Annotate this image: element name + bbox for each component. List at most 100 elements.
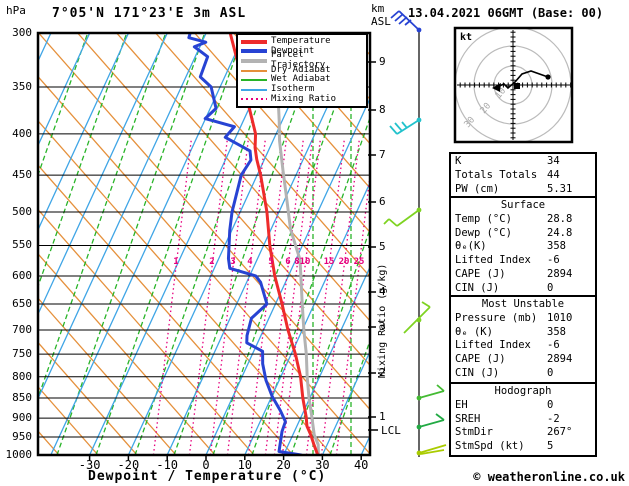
mixing-ratio-line (188, 139, 228, 455)
mixing-ratio-line (152, 139, 192, 455)
table-row-value: 1010 (547, 311, 573, 324)
page-title: 7°05'N 171°23'E 3m ASL (52, 6, 247, 21)
hodograph-endpoint-dot (545, 74, 551, 80)
mixing-ratio-label: 4 (247, 257, 253, 267)
table-row: Temp (°C) 28.8 (455, 213, 591, 227)
x-axis-title: Dewpoint / Temperature (°C) (88, 469, 327, 484)
table-row-label: Dewp (°C) (455, 226, 512, 239)
table-row-value: 34 (547, 155, 560, 167)
pressure-tick-label: 850 (12, 391, 32, 405)
hodograph-plot: 102030 (455, 28, 572, 142)
table-row-value: 44 (547, 168, 560, 181)
wind-barb (396, 119, 420, 135)
pressure-tick-label: 650 (12, 297, 32, 310)
mixing-ratio-axis-title: Mixing Ratio (g/kg) (377, 263, 388, 378)
wind-barb (418, 419, 445, 428)
mixing-ratio-label: 25 (353, 257, 365, 267)
pressure-tick-label: 800 (12, 369, 32, 383)
table-row-label: θₑ (K) (455, 325, 493, 338)
table-row: CAPE (J) 2894 (455, 353, 591, 367)
lcl-label: LCL (381, 424, 401, 437)
table-row: Dewp (°C) 24.8 (455, 227, 591, 241)
pressure-tick-label: 300 (12, 26, 32, 39)
table-row-value: 0 (547, 281, 554, 294)
legend-line-sample (241, 39, 267, 44)
legend-line-sample (241, 79, 267, 82)
datetime-title: 13.04.2021 06GMT (Base: 00) (408, 6, 604, 20)
mixing-ratio-line (320, 139, 360, 455)
table-row-label: EH (455, 398, 468, 411)
legend-line-sample (241, 49, 267, 54)
altitude-axis-unit-asl: ASL (371, 15, 391, 28)
wind-barb (401, 121, 408, 129)
table-row: Pressure (mb) 1010 (455, 312, 591, 326)
table-row-value: -6 (547, 254, 560, 267)
wind-barb (435, 413, 445, 421)
pressure-tick-label: 600 (12, 268, 32, 282)
wind-barb (436, 384, 445, 392)
mixing-ratio-label: 1 (173, 257, 179, 267)
legend-label: Mixing Ratio (271, 93, 337, 104)
table-row-value: 24.8 (547, 226, 573, 239)
mixing-ratio-label: 2 (209, 257, 215, 267)
table-header: Hodograph (494, 385, 552, 397)
table-row-value: 2894 (547, 353, 573, 366)
pressure-tick-label: 350 (12, 80, 32, 94)
mixing-ratio-label: 3 (230, 257, 236, 267)
isotherm-line (38, 33, 207, 401)
indices-table: Hodograph EH 0 SREH -2 StmDir 267° StmSpd (kt) 5 (449, 382, 597, 457)
table-row-value: 0 (547, 398, 554, 411)
table-row-label: CAPE (J) (455, 267, 506, 280)
isotherm-line (50, 33, 246, 455)
wind-barb (394, 13, 404, 22)
table-row-label: CAPE (J) (455, 353, 506, 366)
wet-adiabat-line (56, 33, 206, 455)
wind-barb (394, 122, 403, 132)
mixing-ratio-line (305, 139, 345, 455)
table-row-value: 2894 (547, 267, 573, 280)
copyright-footer: © weatheronline.co.uk (473, 470, 625, 484)
storm-motion-marker (514, 83, 520, 89)
table-row-label: CIN (J) (455, 366, 500, 379)
chart-legend: Temperature Dewpoint Parcel Trajectory Dry … (236, 33, 368, 109)
pressure-tick-label: 950 (12, 430, 32, 444)
table-row: CIN (J) 0 (455, 367, 591, 381)
mixing-ratio-label: 15 (323, 257, 335, 267)
table-row-value: 5.31 (547, 182, 573, 195)
table-row-label: Totals Totals (455, 168, 538, 181)
wind-barb (403, 306, 431, 334)
wet-adiabat-line (38, 33, 167, 400)
wind-barb (421, 301, 431, 308)
pressure-tick-label: 750 (12, 347, 32, 361)
wind-barb (389, 125, 398, 135)
table-row-value: 5 (547, 440, 554, 453)
table-row-label: K (455, 155, 462, 167)
table-row: StmDir 267° (455, 426, 591, 440)
table-row-value: 28.8 (547, 212, 573, 225)
table-row-value: 0 (547, 366, 554, 379)
table-row: Lifted Index -6 (455, 339, 591, 353)
km-tick-label: 6 (379, 195, 386, 208)
table-row: StmSpd (kt) 5 (455, 440, 591, 454)
skewt-sounding-page: 10 20 30 hPa 7°05'N 171°23'E 3m ASL km ASL… (0, 0, 629, 486)
temp-tick-label: 40 (353, 458, 369, 472)
table-header: Surface (500, 199, 546, 211)
table-row: PW (cm) 5.31 (455, 183, 591, 197)
table-row-label: Lifted Index (455, 254, 531, 267)
hodograph-ring-label: 20 (479, 101, 494, 116)
table-row-label: Temp (°C) (455, 212, 512, 225)
table-row: EH 0 (455, 399, 591, 413)
table-row-label: SREH (455, 412, 481, 425)
pressure-tick-label: 550 (12, 238, 32, 252)
table-row: θₑ (K) 358 (455, 326, 591, 340)
table-row-label: θₑ(K) (455, 240, 487, 253)
wind-barb (418, 390, 445, 399)
km-tick-label: 8 (379, 103, 386, 116)
table-row-label: Lifted Index (455, 339, 531, 352)
km-tick-label: 9 (379, 55, 386, 68)
table-row-value: 358 (547, 325, 566, 338)
table-row-value: -6 (547, 339, 560, 352)
table-row: SREH -2 (455, 413, 591, 427)
mixing-ratio-label: 20 (338, 257, 350, 267)
table-row-label: PW (cm) (455, 182, 500, 195)
